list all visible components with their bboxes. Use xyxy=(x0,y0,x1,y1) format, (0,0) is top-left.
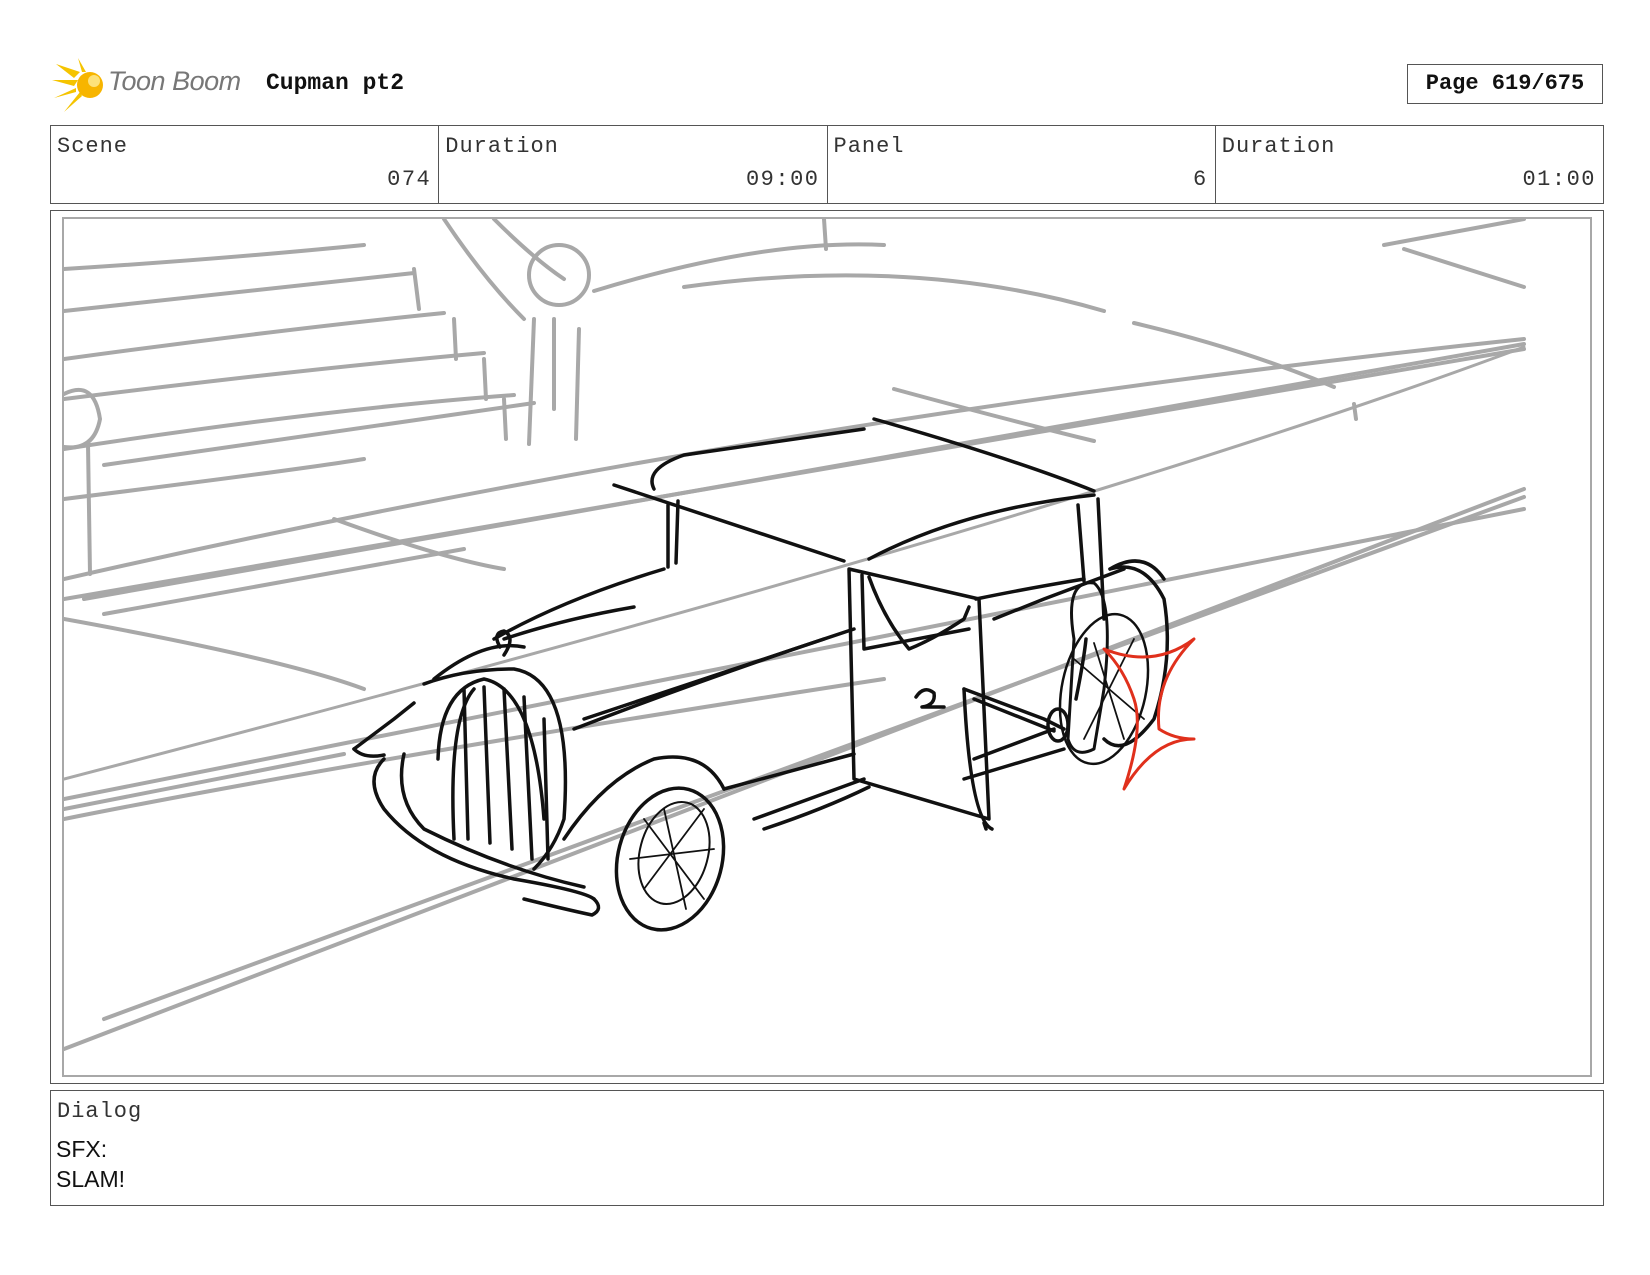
panel-artwork-frame xyxy=(62,217,1592,1077)
panel-cell: Panel 6 xyxy=(828,126,1216,203)
panel-duration-label: Duration xyxy=(1221,134,1336,159)
dialog-line: SFX: xyxy=(56,1136,108,1162)
panel-label: Panel xyxy=(833,134,905,159)
scene-duration-cell: Duration 09:00 xyxy=(439,126,828,203)
panel-duration-value: 01:00 xyxy=(1522,167,1596,192)
dialog-line: SLAM! xyxy=(56,1166,126,1192)
scene-value: 074 xyxy=(387,167,432,192)
scene-duration-label: Duration xyxy=(445,134,559,159)
storyboard-sketch xyxy=(64,219,1526,1051)
dialog-box: Dialog SFX: SLAM! xyxy=(50,1090,1604,1206)
storyboard-panel xyxy=(50,210,1604,1084)
toon-boom-logo: Toon Boom xyxy=(52,58,252,114)
scene-info-row: Scene 074 Duration 09:00 Panel 6 Duratio… xyxy=(50,125,1604,204)
page-number: Page 619/675 xyxy=(1407,64,1603,104)
scene-cell: Scene 074 xyxy=(51,126,440,203)
scene-label: Scene xyxy=(57,134,129,159)
car-sketch xyxy=(352,417,1170,932)
background-layout-sketch xyxy=(64,219,1526,1051)
panel-duration-cell: Duration 01:00 xyxy=(1216,126,1603,203)
dialog-text: SFX: SLAM! xyxy=(56,1134,125,1194)
toon-boom-sun-icon xyxy=(52,58,103,112)
dialog-label: Dialog xyxy=(57,1099,143,1124)
panel-value: 6 xyxy=(1193,167,1208,192)
project-title: Cupman pt2 xyxy=(266,70,405,96)
scene-duration-value: 09:00 xyxy=(745,167,820,192)
logo-wordmark: Toon Boom xyxy=(108,66,241,96)
